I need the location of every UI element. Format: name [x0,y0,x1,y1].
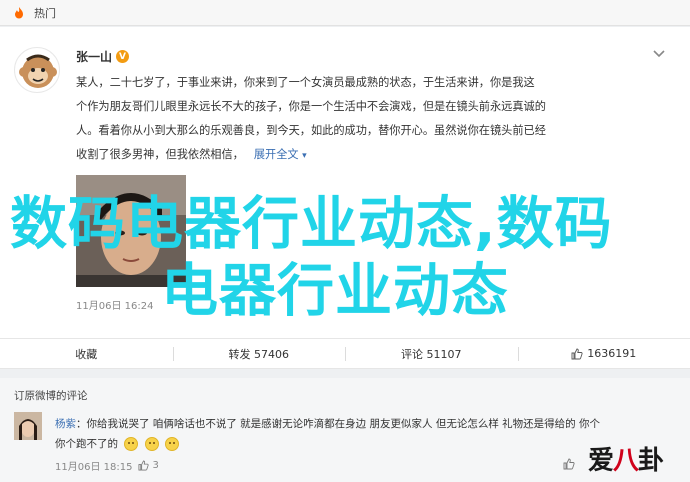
post-line: 人。看着你从小到大那么的乐观善良，到今天，如此的成功，替你开心。虽然说你在镜头前… [76,124,546,137]
portrait-photo [76,175,186,287]
post-line: 个作为朋友哥们儿眼里永远长不大的孩子，你是一个生活中不会演戏，但是在镜头前永远真… [76,100,546,113]
monkey-avatar-icon [19,54,57,88]
comment-body-line-2: 你个跑不了的 [55,438,118,450]
post-text: 某人，二十七岁了，于事业来讲，你来到了一个女演员最成熟的状态，于生活来讲，你是我… [76,71,676,168]
hot-label: 热门 [34,6,56,20]
expand-arrow-icon: ▾ [302,151,307,161]
comments-section: 订原微博的评论 杨紫：你给我说哭了 咱俩啥话也不说了 就是感谢无论咋滴都在身边 … [0,378,690,482]
commenter-avatar[interactable] [14,412,42,440]
smile-emoji-icon [124,437,139,451]
comment-body: ：你给我说哭了 咱俩啥话也不说了 就是感谢无论咋滴都在身边 朋友更似家人 但无论… [76,418,601,430]
comment-like-count: 3 [152,460,159,471]
comment-text: 杨紫：你给我说哭了 咱俩啥话也不说了 就是感谢无论咋滴都在身边 朋友更似家人 但… [55,414,675,454]
comment-timestamp: 11月06日 18:15 [55,462,133,473]
logo-part-3: 卦 [638,446,664,476]
post-photo[interactable] [76,175,186,287]
commenter-name[interactable]: 杨紫 [55,418,76,430]
repost-label: 转发 57406 [228,347,290,361]
post-card: 张一山 V 某人，二十七岁了，于事业来讲，你来到了一个女演员最成熟的状态，于生活… [0,27,690,339]
repost-button[interactable]: 转发 57406 [172,339,346,368]
thumbs-up-icon[interactable] [138,460,150,471]
favorite-button[interactable]: 收藏 [0,339,173,368]
post-line: 某人，二十七岁了，于事业来讲，你来到了一个女演员最成熟的状态，于生活来讲，你是我… [76,76,535,89]
comments-header: 订原微博的评论 [14,390,88,402]
post-line: 收割了很多男神，但我依然相信， 展开全文 ▾ [76,143,676,168]
comment-meta: 11月06日 18:15 3 [55,458,159,473]
thumbs-up-icon[interactable] [563,458,575,470]
post-action-bar: 收藏 转发 57406 评论 51107 1636191 [0,339,690,369]
smile-emoji-icon [165,437,180,451]
logo-part-1: 爱 [588,446,614,476]
author-name[interactable]: 张一山 [76,48,112,65]
fire-icon [15,6,23,18]
logo-part-2: 八 [613,446,639,476]
expand-label: 展开全文 [253,148,299,161]
author-row: 张一山 V [76,48,130,65]
hot-topics-bar: 热门 [0,0,690,26]
expand-full-text-link[interactable]: 展开全文 ▾ [254,148,307,161]
like-count: 1636191 [587,347,637,360]
smile-emoji-icon [144,437,159,451]
favorite-label: 收藏 [75,347,98,361]
comment-button[interactable]: 评论 51107 [345,339,518,368]
chevron-down-icon[interactable] [652,49,666,59]
post-timestamp[interactable]: 11月06日 16:24 [76,297,153,312]
author-avatar[interactable] [14,47,60,93]
verified-badge-icon: V [116,50,130,63]
comment-label: 评论 51107 [401,347,462,361]
portrait-photo [14,412,42,440]
post-line-text: 收割了很多男神，但我依然相信， [76,148,244,161]
site-logo: 爱 八 卦 [588,440,664,477]
like-button[interactable]: 1636191 [517,339,690,368]
thumbs-up-icon [571,348,583,359]
